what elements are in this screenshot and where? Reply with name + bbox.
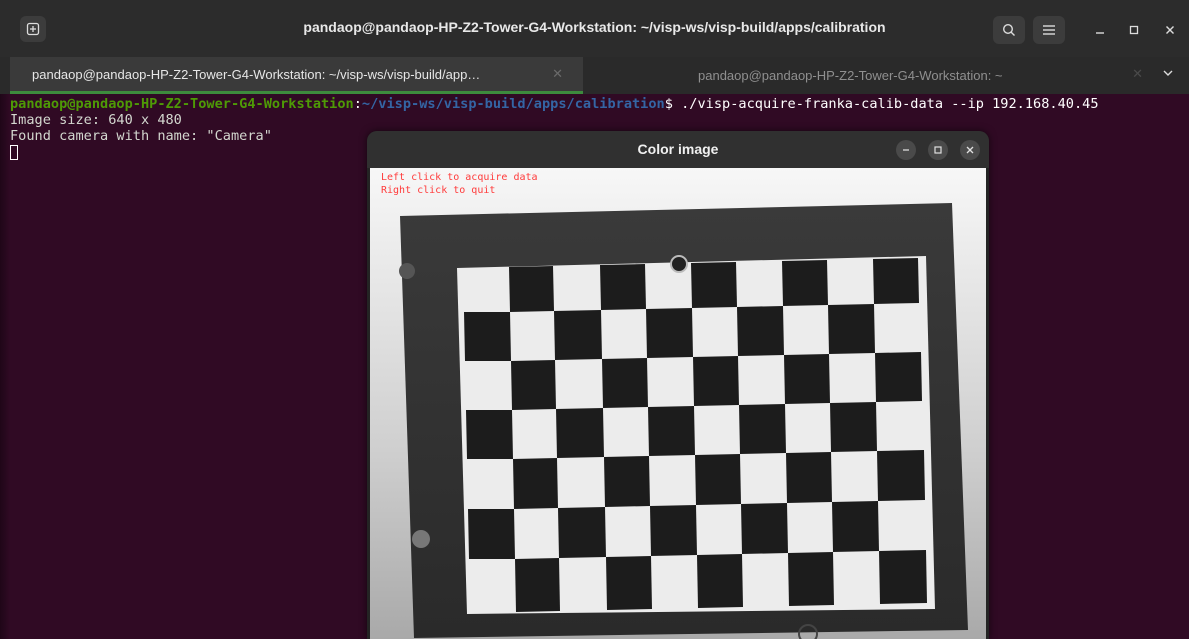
tab-home[interactable]: pandaop@pandaop-HP-Z2-Tower-G4-Workstati… xyxy=(583,57,1163,94)
tab-bar: pandaop@pandaop-HP-Z2-Tower-G4-Workstati… xyxy=(0,57,1189,94)
terminal-title-bar: pandaop@pandaop-HP-Z2-Tower-G4-Workstati… xyxy=(0,0,1189,57)
search-button[interactable] xyxy=(993,16,1025,44)
camera-image[interactable]: Left click to acquire data Right click t… xyxy=(370,168,986,639)
maximize-button[interactable] xyxy=(1124,20,1144,40)
close-button[interactable] xyxy=(1160,20,1180,40)
close-icon xyxy=(1166,26,1174,34)
board-marker xyxy=(670,255,688,273)
prompt-user: pandaop@pandaop-HP-Z2-Tower-G4-Workstati… xyxy=(10,96,354,112)
minimize-button[interactable] xyxy=(1090,20,1110,40)
new-tab-icon xyxy=(26,22,40,36)
overlay-instruction-quit: Right click to quit xyxy=(381,185,496,196)
tab-label: pandaop@pandaop-HP-Z2-Tower-G4-Workstati… xyxy=(698,68,1003,83)
board-screw xyxy=(412,530,430,548)
close-icon xyxy=(966,146,974,154)
hamburger-menu-icon xyxy=(1043,25,1055,35)
search-icon xyxy=(1002,23,1015,36)
minimize-icon xyxy=(903,149,909,151)
maximize-icon xyxy=(934,146,942,154)
command-text: ./visp-acquire-franka-calib-data --ip 19… xyxy=(672,96,1099,112)
output-line: Image size: 640 x 480 xyxy=(10,112,182,128)
output-line: Found camera with name: "Camera" xyxy=(10,128,272,144)
tab-close-icon[interactable]: ✕ xyxy=(552,66,563,82)
overlay-instruction-acquire: Left click to acquire data xyxy=(381,172,538,183)
maximize-icon xyxy=(1129,25,1139,35)
image-minimize-button[interactable] xyxy=(896,140,916,160)
color-image-window: Color image Left click to acquire data R… xyxy=(367,131,989,639)
prompt-symbol: $ xyxy=(664,96,673,112)
checkerboard-image xyxy=(399,203,968,639)
minimize-icon xyxy=(1096,32,1104,34)
image-maximize-button[interactable] xyxy=(928,140,948,160)
tab-calibration[interactable]: pandaop@pandaop-HP-Z2-Tower-G4-Workstati… xyxy=(10,57,583,94)
chevron-down-icon[interactable] xyxy=(1161,66,1175,80)
terminal-cursor xyxy=(10,145,18,160)
prompt-separator: : xyxy=(353,96,362,112)
terminal-left-edge xyxy=(0,94,10,639)
new-tab-button[interactable] xyxy=(20,16,46,42)
board-screw xyxy=(399,263,415,279)
image-close-button[interactable] xyxy=(960,140,980,160)
tab-label: pandaop@pandaop-HP-Z2-Tower-G4-Workstati… xyxy=(32,66,481,82)
prompt-path: ~/visp-ws/visp-build/apps/calibration xyxy=(361,96,665,112)
menu-button[interactable] xyxy=(1033,16,1065,44)
tab-close-icon[interactable]: ✕ xyxy=(1132,66,1143,82)
